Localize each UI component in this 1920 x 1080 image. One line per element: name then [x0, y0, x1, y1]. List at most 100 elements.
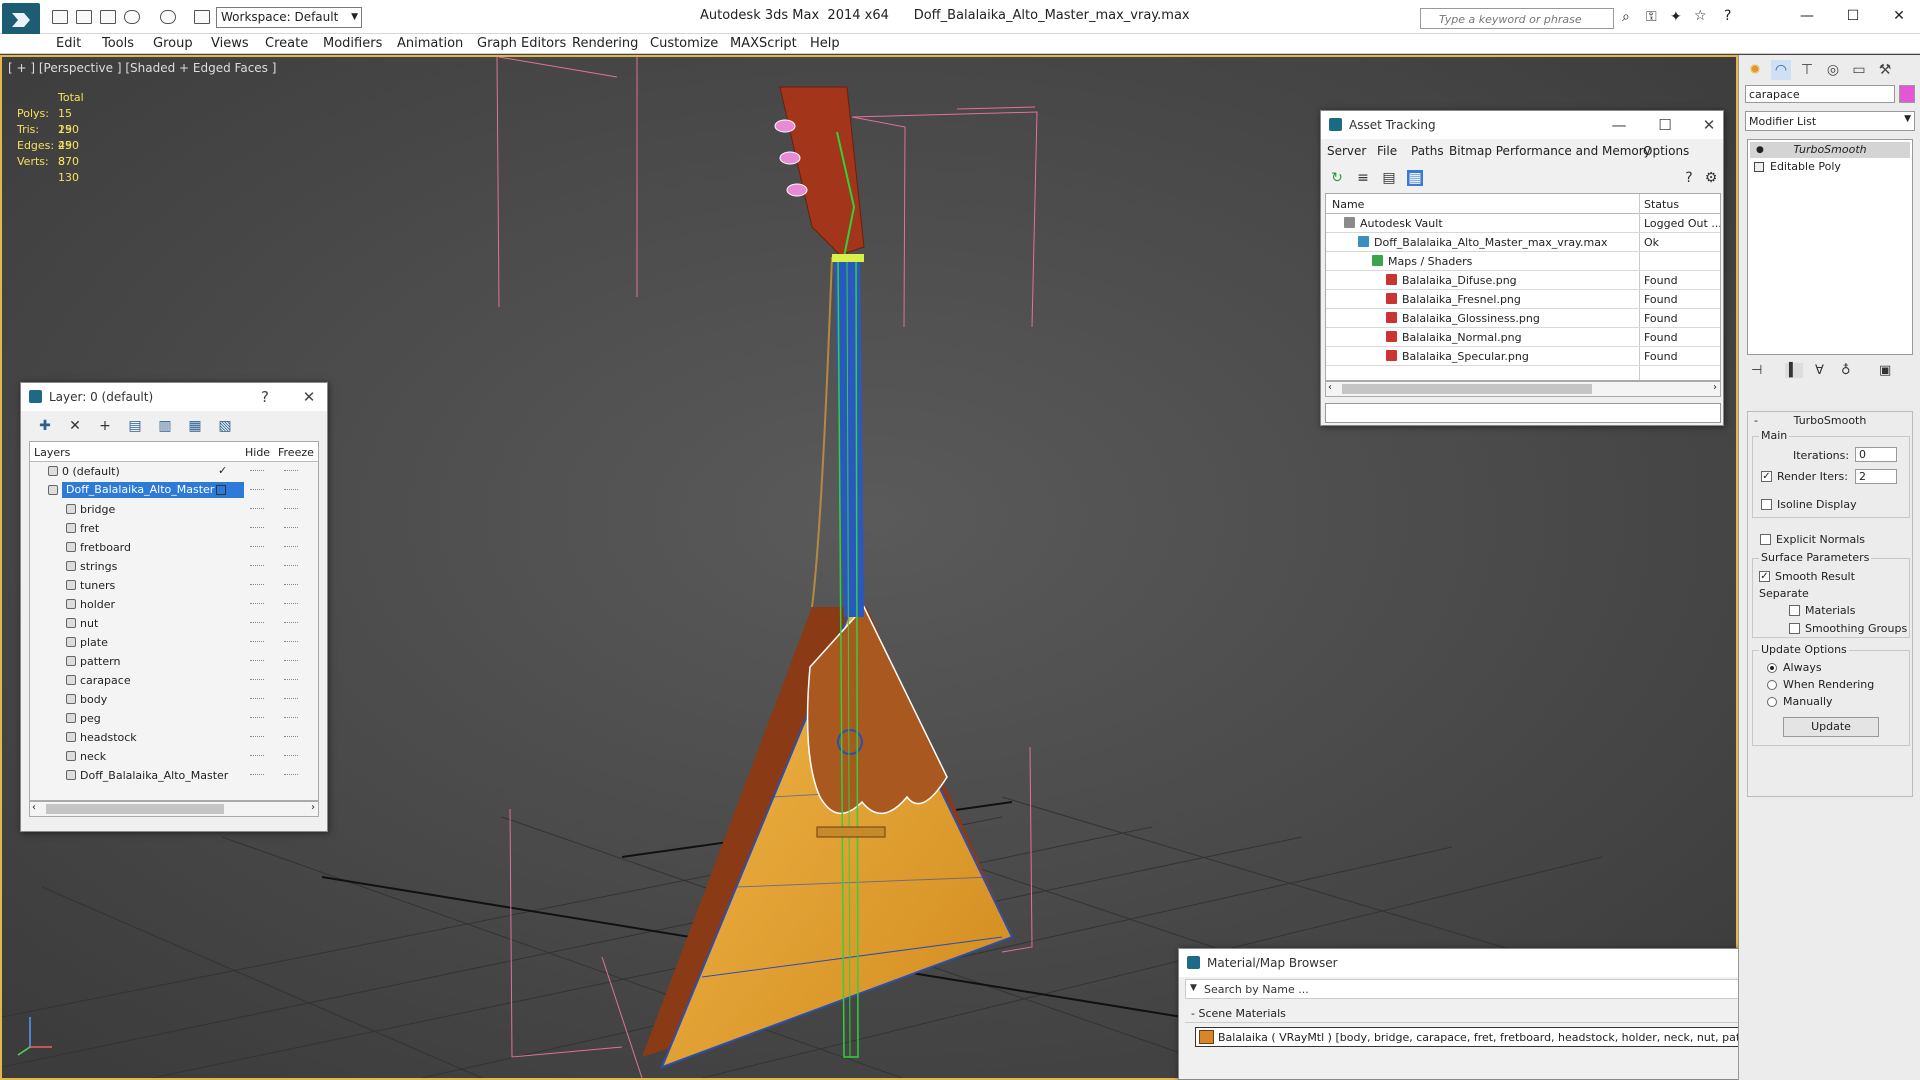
add-to-layer-icon[interactable]: + — [97, 418, 113, 434]
menu-edit[interactable]: Edit — [56, 36, 81, 51]
layer-row[interactable]: headstock — [30, 728, 318, 747]
layer-row[interactable]: strings — [30, 557, 318, 576]
favorites-star-icon[interactable]: ☆ — [1694, 8, 1707, 24]
freeze-toggle[interactable] — [284, 508, 298, 510]
layer-row[interactable]: pattern — [30, 652, 318, 671]
freeze-toggle[interactable] — [284, 603, 298, 605]
freeze-toggle[interactable] — [284, 774, 298, 776]
close-icon[interactable]: ✕ — [1697, 114, 1721, 136]
asset-menu-options[interactable]: Options — [1643, 144, 1689, 158]
scroll-right-icon[interactable]: › — [1713, 382, 1717, 393]
always-radio[interactable] — [1767, 663, 1777, 673]
undo-icon[interactable] — [124, 10, 140, 24]
options-chevron-icon[interactable]: ▼ — [1190, 983, 1197, 993]
redo-icon[interactable] — [160, 10, 176, 24]
hide-toggle[interactable] — [250, 489, 264, 491]
column-freeze[interactable]: Freeze — [278, 446, 314, 459]
freeze-toggle[interactable] — [284, 565, 298, 567]
freeze-toggle[interactable] — [284, 489, 298, 491]
column-status[interactable]: Status — [1644, 198, 1679, 211]
scroll-thumb[interactable] — [46, 804, 224, 814]
hide-toggle[interactable] — [250, 660, 264, 662]
freeze-toggle[interactable] — [284, 470, 298, 472]
asset-menu-paths[interactable]: Paths — [1411, 144, 1444, 158]
rollout-title[interactable]: - TurboSmooth — [1748, 412, 1912, 430]
minimize-icon[interactable]: — — [1607, 114, 1631, 136]
hide-toggle[interactable] — [250, 679, 264, 681]
when-rendering-radio[interactable] — [1767, 680, 1777, 690]
render-iters-spinner[interactable]: 2 — [1855, 469, 1897, 484]
smoothing-groups-checkbox[interactable] — [1789, 623, 1800, 634]
layer-row[interactable]: body — [30, 690, 318, 709]
menu-modifiers[interactable]: Modifiers — [323, 36, 382, 51]
collapse-icon[interactable]: - — [1754, 412, 1758, 430]
set-current-icon[interactable] — [216, 485, 226, 495]
close-icon[interactable]: ✕ — [297, 386, 321, 408]
hide-toggle[interactable] — [250, 755, 264, 757]
freeze-toggle[interactable] — [284, 527, 298, 529]
display-tab-icon[interactable]: ▭ — [1849, 60, 1869, 80]
hide-toggle[interactable] — [250, 736, 264, 738]
hide-toggle[interactable] — [250, 641, 264, 643]
show-end-result-icon[interactable]: ▍ — [1785, 363, 1803, 378]
scroll-right-icon[interactable]: › — [311, 802, 315, 813]
menu-customize[interactable]: Customize — [650, 36, 718, 51]
object-color-swatch[interactable] — [1899, 85, 1915, 103]
layer-row[interactable]: plate — [30, 633, 318, 652]
asset-row[interactable]: Balalaika_Fresnel.png Found — [1326, 290, 1720, 309]
save-file-icon[interactable] — [100, 10, 116, 24]
column-name[interactable]: Name — [1332, 198, 1364, 211]
freeze-all-icon[interactable]: ▧ — [217, 418, 233, 434]
configure-modifier-sets-icon[interactable]: ▣ — [1879, 363, 1891, 378]
menu-animation[interactable]: Animation — [397, 36, 463, 51]
menu-tools[interactable]: Tools — [102, 36, 134, 51]
layer-row[interactable]: peg — [30, 709, 318, 728]
minimize-button[interactable]: — — [1792, 4, 1822, 28]
expand-icon[interactable] — [1754, 162, 1764, 172]
asset-row[interactable]: Balalaika_Glossiness.png Found — [1326, 309, 1720, 328]
layer-row[interactable]: nut — [30, 614, 318, 633]
freeze-toggle[interactable] — [284, 584, 298, 586]
help-icon[interactable]: ? — [1681, 170, 1697, 186]
layer-row[interactable]: holder — [30, 595, 318, 614]
column-layers[interactable]: Layers — [34, 446, 70, 459]
asset-row[interactable]: Autodesk Vault Logged Out ... — [1326, 214, 1720, 233]
column-hide[interactable]: Hide — [245, 446, 270, 459]
menu-group[interactable]: Group — [153, 36, 193, 51]
scroll-thumb[interactable] — [1342, 384, 1592, 394]
open-file-icon[interactable] — [76, 10, 92, 24]
modifier-list-dropdown[interactable]: Modifier List ▼ — [1745, 111, 1915, 131]
freeze-toggle[interactable] — [284, 641, 298, 643]
new-file-icon[interactable] — [52, 10, 68, 24]
remove-modifier-icon[interactable]: ♁ — [1841, 363, 1851, 378]
help-button[interactable]: ? — [253, 386, 277, 408]
asset-menu-file[interactable]: File — [1377, 144, 1397, 158]
asset-menu-bitmap[interactable]: Bitmap Performance and Memory — [1449, 144, 1651, 158]
hide-toggle[interactable] — [250, 584, 264, 586]
hide-toggle[interactable] — [250, 527, 264, 529]
layer-dialog-titlebar[interactable]: Layer: 0 (default) ? ✕ — [21, 383, 327, 411]
freeze-toggle[interactable] — [284, 679, 298, 681]
hide-toggle[interactable] — [250, 774, 264, 776]
hide-toggle[interactable] — [250, 622, 264, 624]
menu-create[interactable]: Create — [265, 36, 308, 51]
asset-menu-server[interactable]: Server — [1327, 144, 1366, 158]
create-tab-icon[interactable]: ✹ — [1745, 60, 1765, 80]
workspace-select[interactable]: Workspace: Default ▼ — [216, 7, 362, 28]
freeze-toggle[interactable] — [284, 622, 298, 624]
menu-graph-editors[interactable]: Graph Editors — [477, 36, 566, 51]
key-icon[interactable]: ⚿ — [1646, 9, 1657, 25]
asset-row[interactable]: Doff_Balalaika_Alto_Master_max_vray.max O… — [1326, 233, 1720, 252]
viewport-label[interactable]: [ + ] [Perspective ] [Shaded + Edged Fac… — [8, 61, 276, 75]
layer-row[interactable]: tuners — [30, 576, 318, 595]
help-icon[interactable]: ? — [1724, 8, 1731, 24]
layer-row[interactable]: Doff_Balalaika_Alto_Master — [30, 481, 318, 500]
scroll-left-icon[interactable]: ‹ — [32, 802, 36, 813]
layer-row[interactable]: Doff_Balalaika_Alto_Master — [30, 766, 318, 785]
app-logo-icon[interactable] — [2, 3, 40, 37]
isoline-display-checkbox[interactable] — [1761, 499, 1772, 510]
update-button[interactable]: Update — [1783, 717, 1879, 737]
layer-row[interactable]: bridge — [30, 500, 318, 519]
communication-icon[interactable]: ✦ — [1670, 9, 1682, 25]
hide-toggle[interactable] — [250, 603, 264, 605]
